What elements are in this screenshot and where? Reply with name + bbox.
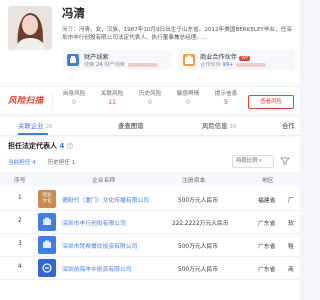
property-clue-title: 财产线索 bbox=[84, 54, 109, 61]
company-link[interactable]: 深圳市梵希餐饮投资有限公司 bbox=[62, 241, 137, 250]
company-link[interactable]: 深圳市丰行创投有限公司 bbox=[62, 218, 126, 227]
row-index: 1 bbox=[18, 195, 22, 201]
table-row: 2 深圳市丰行创投有限公司 222.2222万元人民币 广东省 软 bbox=[0, 211, 300, 234]
person-name: 冯清 bbox=[62, 6, 85, 20]
avatar bbox=[8, 6, 52, 50]
intro-text: 冯清，女，汉族，1987年10月9日出生于山东省。2012年美国BERKELEY… bbox=[62, 27, 292, 42]
company-logo-icon bbox=[43, 240, 51, 248]
risk-scan-logo: 风险扫描 bbox=[8, 95, 44, 105]
tab-risk-info[interactable]: 风险信息 16 bbox=[202, 121, 236, 130]
table-row: 3 深圳市梵希餐饮投资有限公司 500万元人民币 广东省 租 bbox=[0, 234, 300, 257]
property-clue-sub: 线索 24 财产线索 bbox=[84, 61, 159, 68]
person-profile-card: 冯清 简介：冯清，女，汉族，1987年10月9日出生于山东省。2012年美国BE… bbox=[0, 0, 300, 86]
tab-graph[interactable]: 查查图谱 bbox=[118, 121, 144, 130]
section-title: 担任法定代表人 4 ? bbox=[8, 142, 73, 150]
region: 广东省 bbox=[258, 244, 276, 250]
chevron-down-icon: ▾ bbox=[259, 158, 262, 164]
region: 福建省 bbox=[258, 198, 276, 204]
intro-label: 简介： bbox=[62, 27, 79, 33]
sub-tabs: 当前担任 4 历史担任 1 bbox=[8, 158, 85, 166]
legal-rep-section: 担任法定代表人 4 ? 当前担任 4 历史担任 1 持股比例 ▾ 序号 企业名称… bbox=[0, 137, 300, 300]
funnel-icon[interactable] bbox=[280, 157, 290, 165]
company-logo bbox=[38, 236, 56, 254]
scan-sensitive-news[interactable]: 敏感舆情 0 bbox=[170, 89, 206, 106]
main-tabs: 关联企业 20 查查图谱 风险信息 16 合作 bbox=[0, 117, 300, 136]
region: 广东省 bbox=[258, 267, 276, 273]
industry-cell: 厂 bbox=[288, 198, 294, 204]
tab-cooperation[interactable]: 合作 bbox=[282, 121, 295, 130]
row-index: 3 bbox=[18, 241, 22, 247]
property-clue-card[interactable]: 财产线索 线索 24 财产线索 bbox=[62, 50, 172, 70]
partner-sub: 合作伙伴 99+ bbox=[200, 61, 267, 68]
table-header: 序号 企业名称 注册资本 地区 bbox=[0, 172, 300, 186]
scan-notice-info[interactable]: 提示信息 5 bbox=[208, 89, 244, 106]
company-logo: 绍业 文化 bbox=[38, 190, 56, 208]
business-partner-card[interactable]: 商业合作伙伴 VIP 合作伙伴 99+ bbox=[178, 50, 294, 70]
intro-more-link[interactable]: ... bbox=[202, 35, 207, 41]
industry-cell: 软 bbox=[288, 221, 294, 227]
table-row: 1 绍业 文化 德阳代（厦门）文化传播有限公司 500万元人民币 福建省 厂 bbox=[0, 188, 300, 211]
region: 广东省 bbox=[258, 221, 276, 227]
partner-icon bbox=[183, 54, 195, 66]
active-tab-indicator bbox=[18, 133, 48, 135]
header-capital: 注册资本 bbox=[182, 178, 206, 184]
company-logo bbox=[38, 259, 56, 277]
registered-capital: 500万元人民币 bbox=[178, 244, 219, 250]
registered-capital: 500万元人民币 bbox=[178, 198, 219, 204]
view-risk-button[interactable]: 查看风险 bbox=[248, 95, 294, 109]
help-icon[interactable]: ? bbox=[66, 143, 73, 149]
partner-title: 商业合作伙伴 VIP bbox=[200, 54, 251, 61]
registered-capital: 500万元人民币 bbox=[178, 267, 219, 273]
header-company: 企业名称 bbox=[92, 178, 116, 184]
blurred-value bbox=[236, 62, 267, 67]
registered-capital: 222.2222万元人民币 bbox=[172, 221, 229, 227]
svg-text:?: ? bbox=[69, 144, 72, 149]
header-index: 序号 bbox=[14, 178, 26, 184]
divider bbox=[52, 92, 53, 110]
company-logo bbox=[38, 213, 56, 231]
industry-cell: 租 bbox=[288, 244, 294, 250]
company-link[interactable]: 深圳前海丰中投资有限公司 bbox=[62, 264, 132, 273]
subtab-history[interactable]: 历史担任 1 bbox=[48, 158, 76, 166]
industry-cell: 商 bbox=[288, 267, 294, 273]
blurred-value bbox=[128, 62, 159, 67]
scan-self-risk[interactable]: 自身风险 0 bbox=[56, 89, 92, 106]
subtab-current[interactable]: 当前担任 4 bbox=[8, 158, 36, 166]
scan-history-risk[interactable]: 历史风险 0 bbox=[132, 89, 168, 106]
property-icon bbox=[67, 54, 79, 66]
header-region: 地区 bbox=[262, 178, 274, 184]
risk-scan-bar: 风险扫描 自身风险 0 关联风险 11 历史风险 0 敏感舆情 0 提示信息 5… bbox=[0, 86, 300, 114]
row-index: 2 bbox=[18, 218, 22, 224]
person-intro: 简介：冯清，女，汉族，1987年10月9日出生于山东省。2012年美国BERKE… bbox=[62, 26, 294, 43]
company-link[interactable]: 德阳代（厦门）文化传播有限公司 bbox=[62, 195, 149, 204]
row-index: 4 bbox=[18, 264, 22, 270]
scan-related-risk[interactable]: 关联风险 11 bbox=[94, 89, 130, 106]
share-ratio-select[interactable]: 持股比例 ▾ bbox=[232, 155, 274, 168]
company-logo-icon bbox=[43, 217, 51, 225]
tab-related-companies[interactable]: 关联企业 20 bbox=[18, 121, 52, 130]
table-row: 4 深圳前海丰中投资有限公司 500万元人民币 广东省 商 bbox=[0, 257, 300, 280]
company-logo-icon bbox=[42, 263, 52, 273]
